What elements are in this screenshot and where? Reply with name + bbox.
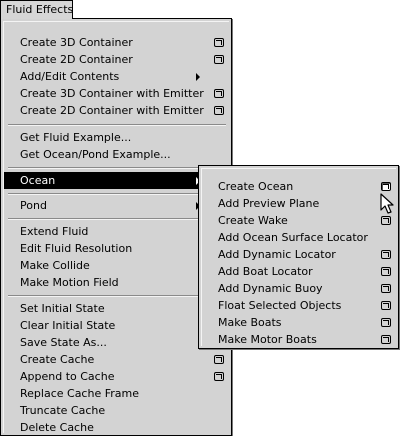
menu-item-pond[interactable]: Pond <box>4 197 230 214</box>
menu-item-label: Extend Fluid <box>20 225 89 238</box>
menu-item-label: Create 2D Container <box>20 53 133 66</box>
menu-item-label: Clear Initial State <box>20 319 116 332</box>
option-box-icon[interactable] <box>214 55 224 64</box>
menu-separator <box>8 218 226 220</box>
menu-item-create-cache[interactable]: Create Cache <box>4 351 230 368</box>
menu-panel: Create 3D Container Create 2D Container … <box>3 21 230 436</box>
menu-item-label: Add Ocean Surface Locator <box>218 231 368 244</box>
menu-item-label: Append to Cache <box>20 370 115 383</box>
menu-item-set-initial-state[interactable]: Set Initial State <box>4 300 230 317</box>
menu-item-label: Create Ocean <box>218 180 294 193</box>
mouse-pointer-icon <box>380 193 394 214</box>
menu-separator <box>8 295 226 297</box>
option-box-icon[interactable] <box>214 355 224 364</box>
menu-item-create-3d-container-with-emitter[interactable]: Create 3D Container with Emitter <box>4 85 230 102</box>
submenu-item-add-preview-plane[interactable]: Add Preview Plane <box>202 195 397 212</box>
ocean-submenu: Create Ocean Add Preview Plane Create Wa… <box>198 165 399 349</box>
menu-item-make-collide[interactable]: Make Collide <box>4 257 230 274</box>
submenu-item-create-wake[interactable]: Create Wake <box>202 212 397 229</box>
menu-item-extend-fluid[interactable]: Extend Fluid <box>4 223 230 240</box>
menu-item-append-to-cache[interactable]: Append to Cache <box>4 368 230 385</box>
submenu-item-float-selected-objects[interactable]: Float Selected Objects <box>202 297 397 314</box>
menu-item-label: Add Dynamic Locator <box>218 248 336 261</box>
menu-item-label: Make Motion Field <box>20 276 119 289</box>
option-box-icon[interactable] <box>214 38 224 47</box>
menu-item-label: Save State As... <box>20 336 107 349</box>
menu-item-label: Ocean <box>20 174 56 187</box>
option-box-icon[interactable] <box>381 216 391 225</box>
menu-item-ocean[interactable]: Ocean <box>4 172 230 189</box>
submenu-panel: Create Ocean Add Preview Plane Create Wa… <box>201 168 396 346</box>
menu-item-replace-cache-frame[interactable]: Replace Cache Frame <box>4 385 230 402</box>
menu-separator <box>8 193 226 195</box>
menu-item-label: Truncate Cache <box>20 404 106 417</box>
menu-item-make-motion-field[interactable]: Make Motion Field <box>4 274 230 291</box>
submenu-item-make-boats[interactable]: Make Boats <box>202 314 397 331</box>
submenu-item-add-dynamic-buoy[interactable]: Add Dynamic Buoy <box>202 280 397 297</box>
menu-item-label: Create 3D Container with Emitter <box>20 87 204 100</box>
menu-item-label: Add/Edit Contents <box>20 70 120 83</box>
submenu-item-add-dynamic-locator[interactable]: Add Dynamic Locator <box>202 246 397 263</box>
option-box-icon[interactable] <box>381 250 391 259</box>
submenu-item-add-ocean-surface-locator[interactable]: Add Ocean Surface Locator <box>202 229 397 246</box>
menu-item-edit-fluid-resolution[interactable]: Edit Fluid Resolution <box>4 240 230 257</box>
menubar-fluid-effects[interactable]: Fluid Effects <box>0 0 73 19</box>
option-box-icon[interactable] <box>381 301 391 310</box>
menu-item-create-2d-container-with-emitter[interactable]: Create 2D Container with Emitter <box>4 102 230 119</box>
menu-item-label: Make Boats <box>218 316 282 329</box>
menu-item-delete-cache[interactable]: Delete Cache <box>4 419 230 436</box>
menu-item-label: Create Cache <box>20 353 95 366</box>
menu-item-truncate-cache[interactable]: Truncate Cache <box>4 402 230 419</box>
menu-item-add-edit-contents[interactable]: Add/Edit Contents <box>4 68 230 85</box>
option-box-icon[interactable] <box>381 267 391 276</box>
menu-item-create-3d-container[interactable]: Create 3D Container <box>4 34 230 51</box>
submenu-item-create-ocean[interactable]: Create Ocean <box>202 178 397 195</box>
menu-item-label: Pond <box>20 199 47 212</box>
menu-item-label: Edit Fluid Resolution <box>20 242 133 255</box>
menu-item-label: Add Dynamic Buoy <box>218 282 323 295</box>
option-box-icon[interactable] <box>381 182 391 191</box>
menu-item-get-fluid-example[interactable]: Get Fluid Example... <box>4 129 230 146</box>
menu-item-clear-initial-state[interactable]: Clear Initial State <box>4 317 230 334</box>
menu-item-label: Add Boat Locator <box>218 265 313 278</box>
option-box-icon[interactable] <box>381 335 391 344</box>
menu-item-label: Make Collide <box>20 259 90 272</box>
menu-item-label: Delete Cache <box>20 421 94 434</box>
menu-item-get-ocean-pond-example[interactable]: Get Ocean/Pond Example... <box>4 146 230 163</box>
menu-item-label: Get Fluid Example... <box>20 131 132 144</box>
menu-item-save-state-as[interactable]: Save State As... <box>4 334 230 351</box>
option-box-icon[interactable] <box>214 372 224 381</box>
menu-separator <box>8 124 226 126</box>
menu-item-label: Replace Cache Frame <box>20 387 139 400</box>
menu-item-label: Make Motor Boats <box>218 333 317 346</box>
option-box-icon[interactable] <box>381 284 391 293</box>
menu-item-label: Create 2D Container with Emitter <box>20 104 204 117</box>
menu-item-label: Get Ocean/Pond Example... <box>20 148 171 161</box>
submenu-arrow-icon <box>196 73 200 81</box>
option-box-icon[interactable] <box>381 318 391 327</box>
menu-item-label: Float Selected Objects <box>218 299 342 312</box>
option-box-icon[interactable] <box>214 89 224 98</box>
menu-item-label: Create 3D Container <box>20 36 133 49</box>
menu-item-label: Set Initial State <box>20 302 105 315</box>
submenu-item-make-motor-boats[interactable]: Make Motor Boats <box>202 331 397 348</box>
submenu-item-add-boat-locator[interactable]: Add Boat Locator <box>202 263 397 280</box>
menu-item-label: Add Preview Plane <box>218 197 320 210</box>
menu-separator <box>8 167 226 169</box>
option-box-icon[interactable] <box>214 106 224 115</box>
menu-item-label: Create Wake <box>218 214 288 227</box>
menu-item-create-2d-container[interactable]: Create 2D Container <box>4 51 230 68</box>
